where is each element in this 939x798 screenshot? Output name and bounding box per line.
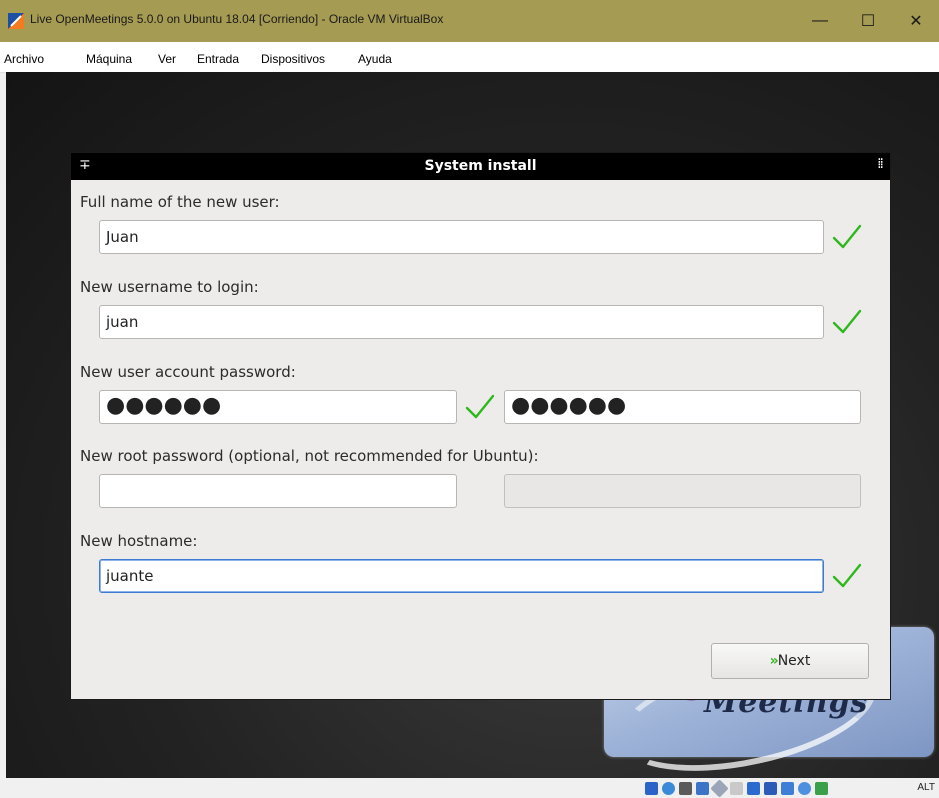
- window-title: Live OpenMeetings 5.0.0 on Ubuntu 18.04 …: [30, 12, 444, 26]
- hostname-label: New hostname:: [80, 532, 198, 550]
- check-icon: [832, 563, 862, 588]
- root-password-label: New root password (optional, not recomme…: [80, 447, 539, 465]
- audio-icon[interactable]: [679, 782, 692, 795]
- password-label: New user account password:: [80, 363, 296, 381]
- system-install-dialog: ∓ System install ⁞⁞ Full name of the new…: [70, 152, 891, 700]
- window-titlebar[interactable]: Live OpenMeetings 5.0.0 on Ubuntu 18.04 …: [0, 0, 939, 42]
- dialog-menu-icon[interactable]: ⁞⁞: [877, 156, 884, 172]
- menu-ayuda[interactable]: Ayuda: [358, 52, 392, 66]
- mouse-integration-icon[interactable]: [798, 782, 811, 795]
- display-icon[interactable]: [747, 782, 760, 795]
- virtualbox-icon: [8, 13, 24, 29]
- root-password-field[interactable]: [99, 474, 457, 508]
- full-name-field[interactable]: Juan: [99, 220, 824, 254]
- check-icon: [832, 224, 862, 249]
- next-button-label: Next: [777, 653, 811, 669]
- hostname-field[interactable]: juante: [99, 559, 824, 593]
- double-chevron-right-icon: »: [769, 653, 779, 669]
- statusbar: ALT: [0, 778, 939, 798]
- menubar: Archivo Máquina Ver Entrada Dispositivos…: [0, 42, 939, 73]
- hdd-icon[interactable]: [645, 782, 658, 795]
- username-field[interactable]: juan: [99, 305, 824, 339]
- close-button[interactable]: ✕: [893, 0, 939, 42]
- minimize-button[interactable]: —: [797, 0, 843, 42]
- recording-icon[interactable]: [764, 782, 777, 795]
- menu-dispositivos[interactable]: Dispositivos: [261, 52, 325, 66]
- menu-entrada[interactable]: Entrada: [197, 52, 239, 66]
- keyboard-icon[interactable]: [815, 782, 828, 795]
- dialog-titlebar[interactable]: ∓ System install ⁞⁞: [71, 153, 890, 180]
- shared-folder-icon[interactable]: [730, 782, 743, 795]
- menu-archivo[interactable]: Archivo: [4, 52, 44, 66]
- maximize-button[interactable]: ☐: [845, 0, 891, 42]
- check-icon: [832, 309, 862, 334]
- network-icon[interactable]: [696, 782, 709, 795]
- full-name-label: Full name of the new user:: [80, 193, 280, 211]
- dialog-title: System install: [424, 158, 537, 174]
- next-button[interactable]: » Next: [711, 643, 869, 679]
- password-confirm-field[interactable]: ●●●●●●: [504, 390, 861, 424]
- usb-icon[interactable]: [710, 779, 729, 798]
- root-password-confirm-field: [504, 474, 861, 508]
- check-icon: [465, 394, 495, 419]
- menu-maquina[interactable]: Máquina: [86, 52, 132, 66]
- optical-icon[interactable]: [662, 782, 675, 795]
- menu-ver[interactable]: Ver: [158, 52, 176, 66]
- password-field[interactable]: ●●●●●●: [99, 390, 457, 424]
- username-label: New username to login:: [80, 278, 259, 296]
- host-key-label: ALT: [917, 782, 935, 793]
- cpu-icon[interactable]: [781, 782, 794, 795]
